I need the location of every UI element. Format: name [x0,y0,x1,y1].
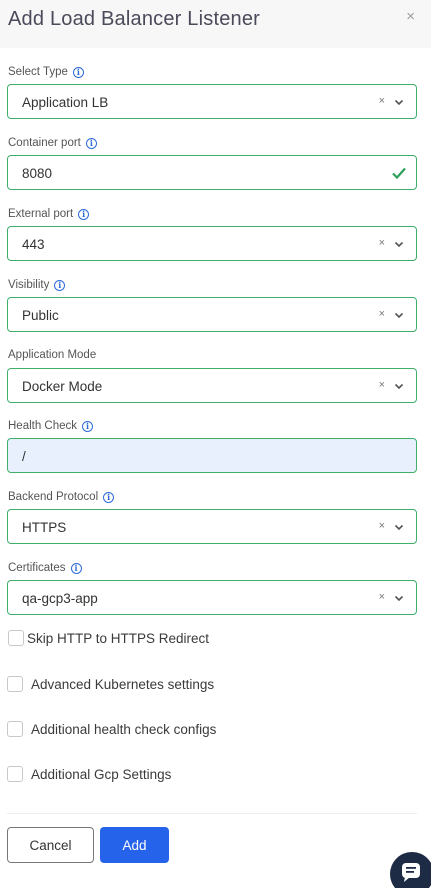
certificates-dropdown[interactable]: qa-gcp3-app × [7,580,417,615]
application-mode-label: Application Mode [8,349,96,361]
container-port-label: Container port i [8,137,97,149]
clear-icon[interactable]: × [379,591,385,603]
checkbox-box[interactable] [7,721,23,737]
skip-redirect-checkbox[interactable]: Skip HTTP to HTTPS Redirect [8,630,209,646]
select-type-dropdown[interactable]: Application LB × [7,84,417,119]
health-check-configs-checkbox[interactable]: Additional health check configs [7,721,216,737]
chevron-down-icon[interactable] [394,97,404,107]
info-icon[interactable]: i [70,562,82,574]
application-mode-label-text: Application Mode [8,349,97,361]
checkbox-box[interactable] [8,630,24,646]
certificates-label-text: Certificates [8,562,66,574]
info-icon[interactable]: i [103,491,115,503]
backend-protocol-value: HTTPS [22,520,67,535]
cancel-button[interactable]: Cancel [7,827,94,863]
health-check-label: Health Check i [8,420,94,432]
certificates-label: Certificates i [8,562,82,574]
container-port-input[interactable]: 8080 [7,155,417,190]
health-check-input[interactable]: / [7,438,417,473]
chevron-down-icon[interactable] [394,381,404,391]
dialog-title: Add Load Balancer Listener [8,8,261,30]
close-icon[interactable]: × [406,8,415,25]
visibility-value: Public [22,308,59,323]
visibility-dropdown[interactable]: Public × [7,297,417,332]
checkbox-box[interactable] [7,766,23,782]
chevron-down-icon[interactable] [394,593,404,603]
application-mode-dropdown[interactable]: Docker Mode × [7,368,417,403]
container-port-label-text: Container port [8,137,81,149]
visibility-label: Visibility i [8,279,66,291]
visibility-label-text: Visibility [8,279,50,291]
external-port-label-text: External port [8,208,74,220]
info-icon[interactable]: i [85,137,97,149]
health-check-value: / [22,449,26,464]
checkbox-label: Additional Gcp Settings [31,766,172,782]
select-type-value: Application LB [22,95,109,110]
external-port-label: External port i [8,208,90,220]
container-port-value: 8080 [22,166,53,181]
footer-divider [7,813,417,814]
checkbox-label: Advanced Kubernetes settings [31,676,215,692]
info-icon[interactable]: i [72,66,84,78]
add-button[interactable]: Add [100,827,169,863]
gcp-settings-checkbox[interactable]: Additional Gcp Settings [7,766,171,782]
select-type-label-text: Select Type [8,66,68,78]
backend-protocol-dropdown[interactable]: HTTPS × [7,509,417,544]
select-type-label: Select Type i [8,66,84,78]
checkbox-label: Additional health check configs [31,721,217,737]
info-icon[interactable]: i [54,279,66,291]
chevron-down-icon[interactable] [394,522,404,532]
health-check-label-text: Health Check [8,420,78,432]
info-icon[interactable]: i [82,420,94,432]
clear-icon[interactable]: × [379,308,385,320]
info-icon[interactable]: i [78,208,90,220]
chat-widget-button[interactable] [390,852,431,888]
check-icon [392,167,406,180]
chevron-down-icon[interactable] [394,239,404,249]
backend-protocol-label-text: Backend Protocol [8,491,99,503]
chevron-down-icon[interactable] [394,310,404,320]
clear-icon[interactable]: × [379,237,385,249]
external-port-value: 443 [22,237,45,252]
clear-icon[interactable]: × [379,379,385,391]
external-port-dropdown[interactable]: 443 × [7,226,417,261]
clear-icon[interactable]: × [379,95,385,107]
chat-icon [402,863,420,882]
certificates-value: qa-gcp3-app [22,591,98,606]
clear-icon[interactable]: × [379,520,385,532]
dialog-header: Add Load Balancer Listener × [0,0,431,48]
backend-protocol-label: Backend Protocol i [8,491,115,503]
application-mode-value: Docker Mode [22,379,103,394]
advanced-kubernetes-checkbox[interactable]: Advanced Kubernetes settings [7,676,214,692]
checkbox-label: Skip HTTP to HTTPS Redirect [27,630,210,646]
checkbox-box[interactable] [7,676,23,692]
